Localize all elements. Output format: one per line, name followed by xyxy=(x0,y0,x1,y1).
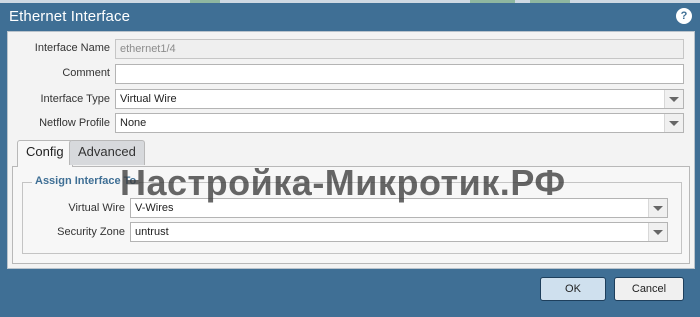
dialog-titlebar: Ethernet Interface ? xyxy=(0,3,700,31)
tab-bar: Config Advanced xyxy=(12,138,690,167)
chevron-down-icon[interactable] xyxy=(648,223,667,241)
security-zone-select[interactable]: untrust xyxy=(130,222,668,242)
virtual-wire-value: V-Wires xyxy=(135,202,174,214)
netflow-profile-label: Netflow Profile xyxy=(39,117,110,129)
interface-type-select[interactable]: Virtual Wire xyxy=(115,89,684,109)
security-zone-label: Security Zone xyxy=(57,226,125,238)
netflow-profile-value: None xyxy=(120,117,147,129)
dialog-body: Interface Name ethernet1/4 Comment Inter… xyxy=(7,31,695,269)
comment-label: Comment xyxy=(62,67,110,79)
dialog-title: Ethernet Interface xyxy=(9,8,131,25)
assign-interface-legend: Assign Interface To xyxy=(32,175,140,187)
dialog-footer: OK Cancel xyxy=(0,273,700,317)
virtual-wire-select[interactable]: V-Wires xyxy=(130,198,668,218)
ok-button[interactable]: OK xyxy=(540,277,606,301)
security-zone-value: untrust xyxy=(135,226,169,238)
tab-config-label: Config xyxy=(26,144,64,159)
tab-config[interactable]: Config xyxy=(17,140,73,167)
interface-type-value: Virtual Wire xyxy=(120,93,177,105)
help-icon[interactable]: ? xyxy=(676,8,692,24)
tab-advanced-label: Advanced xyxy=(78,144,136,159)
cancel-button[interactable]: Cancel xyxy=(614,277,684,301)
chevron-down-icon[interactable] xyxy=(648,199,667,217)
virtual-wire-label: Virtual Wire xyxy=(68,202,125,214)
chevron-down-icon[interactable] xyxy=(664,90,683,108)
chevron-down-icon[interactable] xyxy=(664,114,683,132)
interface-name-label: Interface Name xyxy=(34,42,110,54)
interface-type-label: Interface Type xyxy=(40,93,110,105)
assign-interface-group xyxy=(22,182,682,254)
netflow-profile-select[interactable]: None xyxy=(115,113,684,133)
interface-name-value: ethernet1/4 xyxy=(120,43,176,55)
interface-name-field: ethernet1/4 xyxy=(115,39,684,59)
ethernet-interface-dialog: Ethernet Interface ? Interface Name ethe… xyxy=(0,3,700,317)
comment-field[interactable] xyxy=(115,64,684,84)
tab-advanced[interactable]: Advanced xyxy=(69,140,145,165)
